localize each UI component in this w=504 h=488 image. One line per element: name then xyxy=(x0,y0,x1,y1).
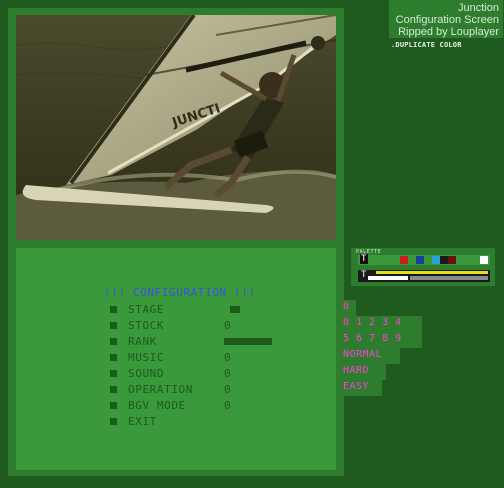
palette-row-1 xyxy=(358,255,490,265)
menu-label-stock: STOCK xyxy=(128,319,165,332)
menu-label-stage: STAGE xyxy=(128,303,165,316)
swatch-darkred xyxy=(448,256,456,264)
digits-row-2[interactable]: 5 6 7 8 9 xyxy=(343,333,402,344)
duplicate-color-note: .DUPLICATE COLOR xyxy=(391,41,462,49)
rank-value-bar xyxy=(224,338,272,345)
menu-label-sound: SOUND xyxy=(128,367,165,380)
bullet-icon xyxy=(110,418,117,425)
palette-white-bar xyxy=(368,276,408,280)
menu-item-music[interactable]: MUSIC 0 xyxy=(110,351,290,364)
rank-easy-option[interactable]: EASY xyxy=(343,381,369,392)
swatch-red xyxy=(400,256,408,264)
palette-yellow-line xyxy=(376,271,488,274)
menu-label-operation: OPERATION xyxy=(128,383,194,396)
windsurfer-photo: JUNCTI xyxy=(16,15,336,240)
menu-label-music: MUSIC xyxy=(128,351,165,364)
music-value: 0 xyxy=(224,351,232,364)
windsurfer-illustration: JUNCTI xyxy=(16,15,336,240)
config-title: !!! CONFIGURATION !!! xyxy=(104,286,256,299)
rank-hard-option[interactable]: HARD xyxy=(343,365,369,376)
rank-normal-option[interactable]: NORMAL xyxy=(343,349,382,360)
bullet-icon xyxy=(110,322,117,329)
menu-item-rank[interactable]: RANK xyxy=(110,335,290,348)
bullet-icon xyxy=(110,370,117,377)
swatch-white xyxy=(480,256,488,264)
menu-label-exit: EXIT xyxy=(128,415,157,428)
sound-value: 0 xyxy=(224,367,232,380)
stage-value-box xyxy=(230,306,240,313)
swatch-black xyxy=(440,256,448,264)
bullet-icon xyxy=(110,402,117,409)
palette-marker-2: T xyxy=(360,270,368,280)
menu-item-sound[interactable]: SOUND 0 xyxy=(110,367,290,380)
menu-item-stock[interactable]: STOCK 0 xyxy=(110,319,290,332)
swatch-blue xyxy=(416,256,424,264)
bgv-mode-value: 0 xyxy=(224,399,232,412)
credits-box: Junction Configuration Screen Ripped by … xyxy=(389,0,503,38)
bullet-icon xyxy=(110,306,117,313)
operation-value: 0 xyxy=(224,383,232,396)
palette-gray-bar xyxy=(410,276,488,280)
menu-label-bgv-mode: BGV MODE xyxy=(128,399,186,412)
credit-title: Junction xyxy=(458,2,499,14)
palette-marker-1: T xyxy=(360,254,368,264)
menu-item-stage[interactable]: STAGE xyxy=(110,303,290,316)
stock-value: 0 xyxy=(224,319,232,332)
digits-row-1[interactable]: 0 1 2 3 4 xyxy=(343,317,402,328)
credit-subtitle: Configuration Screen xyxy=(395,14,499,26)
bullet-icon xyxy=(110,354,117,361)
swatch-cyan xyxy=(432,256,440,264)
bullet-icon xyxy=(110,386,117,393)
credit-ripper: Ripped by Louplayer xyxy=(398,26,499,38)
menu-item-bgv-mode[interactable]: BGV MODE 0 xyxy=(110,399,290,412)
menu-label-rank: RANK xyxy=(128,335,157,348)
menu-item-exit[interactable]: EXIT xyxy=(110,415,290,428)
menu-item-operation[interactable]: OPERATION 0 xyxy=(110,383,290,396)
stage-option-value[interactable]: 0 xyxy=(343,301,350,312)
bullet-icon xyxy=(110,338,117,345)
